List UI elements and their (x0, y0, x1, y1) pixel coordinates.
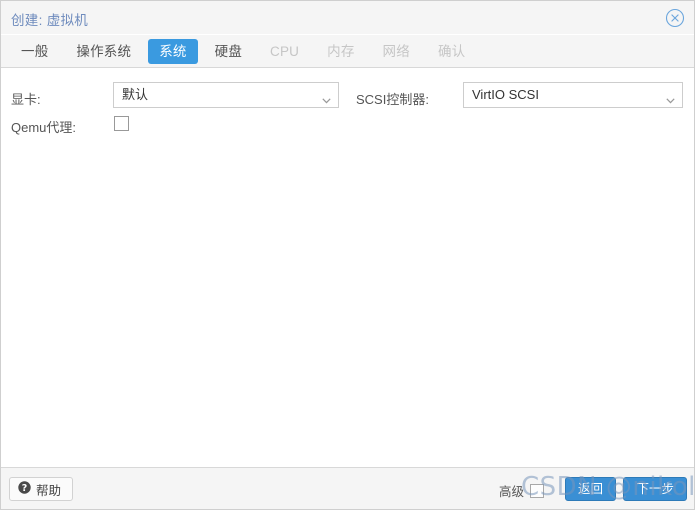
scsi-controller-label: SCSI控制器: (356, 92, 429, 107)
qemu-agent-checkbox[interactable] (114, 116, 129, 131)
qemu-agent-label: Qemu代理: (11, 120, 77, 135)
wizard-tablist: 一般 操作系统 系统 硬盘 CPU 内存 网络 确认 (10, 39, 482, 64)
advanced-option: 高级 (499, 481, 544, 500)
dialog-titlebar: 创建: 虚拟机 (1, 1, 694, 35)
graphic-card-value: 默认 (122, 87, 149, 102)
create-vm-dialog: 创建: 虚拟机 一般 操作系统 系统 硬盘 CPU 内存 网络 确认 显卡: 默… (0, 0, 695, 510)
back-button[interactable]: 返回 (564, 477, 616, 501)
dialog-title: 创建: 虚拟机 (11, 13, 89, 28)
graphic-card-select[interactable]: 默认 (113, 82, 339, 108)
question-mark-icon: ? (18, 481, 31, 497)
wizard-tabbar: 一般 操作系统 系统 硬盘 CPU 内存 网络 确认 (1, 35, 694, 68)
tab-memory[interactable]: 内存 (316, 39, 365, 64)
tab-general[interactable]: 一般 (10, 39, 59, 64)
tab-disk[interactable]: 硬盘 (204, 39, 253, 64)
advanced-label: 高级 (498, 485, 524, 499)
scsi-controller-value: VirtIO SCSI (472, 87, 539, 102)
chevron-down-icon (666, 91, 675, 104)
system-tab-panel: 显卡: 默认 SCSI控制器: VirtIO SCSI Qemu代理: (1, 68, 694, 467)
tab-cpu[interactable]: CPU (259, 39, 310, 64)
tab-network[interactable]: 网络 (372, 39, 421, 64)
tab-os[interactable]: 操作系统 (65, 39, 142, 64)
graphic-card-label: 显卡: (11, 92, 41, 107)
scsi-controller-select[interactable]: VirtIO SCSI (463, 82, 683, 108)
tab-confirm[interactable]: 确认 (427, 39, 476, 64)
next-button[interactable]: 下一步 (623, 477, 687, 501)
svg-text:?: ? (22, 483, 28, 494)
tab-system[interactable]: 系统 (148, 39, 198, 64)
advanced-checkbox[interactable] (530, 483, 544, 498)
help-button-label: 帮助 (36, 483, 62, 498)
dialog-footer: ? 帮助 高级 返回 下一步 (1, 467, 694, 509)
help-button[interactable]: ? 帮助 (9, 477, 74, 501)
close-icon[interactable] (665, 8, 685, 28)
chevron-down-icon (322, 91, 331, 104)
